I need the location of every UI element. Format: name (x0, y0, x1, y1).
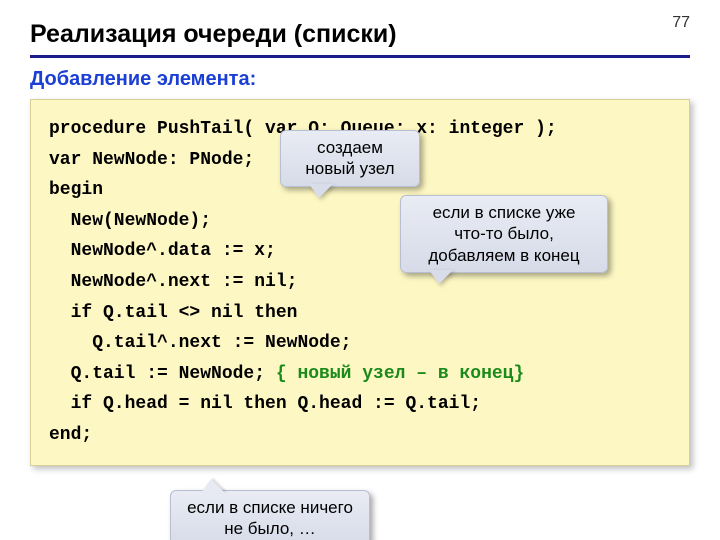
slide: 77 Реализация очереди (списки) Добавлени… (0, 0, 720, 540)
code-comment: { новый узел – в конец} (276, 364, 524, 384)
slide-subtitle: Добавление элемента: (30, 68, 690, 91)
code-line: NewNode^.next := nil; (49, 272, 297, 292)
code-line: Q.tail := NewNode; (49, 364, 276, 384)
code-line: NewNode^.data := x; (49, 241, 276, 261)
callout-append-tail: если в списке уже что-то было, добавляем… (400, 195, 608, 273)
code-line: if Q.tail <> nil then (49, 303, 297, 323)
code-line: var NewNode: PNode; (49, 150, 254, 170)
callout-empty-list: если в списке ничего не было, … (170, 490, 370, 540)
slide-title: Реализация очереди (списки) (30, 20, 690, 58)
code-line: New(NewNode); (49, 211, 211, 231)
page-number: 77 (672, 14, 690, 32)
code-line: if Q.head = nil then Q.head := Q.tail; (49, 394, 481, 414)
code-line: begin (49, 180, 103, 200)
code-line: Q.tail^.next := NewNode; (49, 333, 351, 353)
callout-new-node: создаем новый узел (280, 130, 420, 187)
code-line: end; (49, 425, 92, 445)
